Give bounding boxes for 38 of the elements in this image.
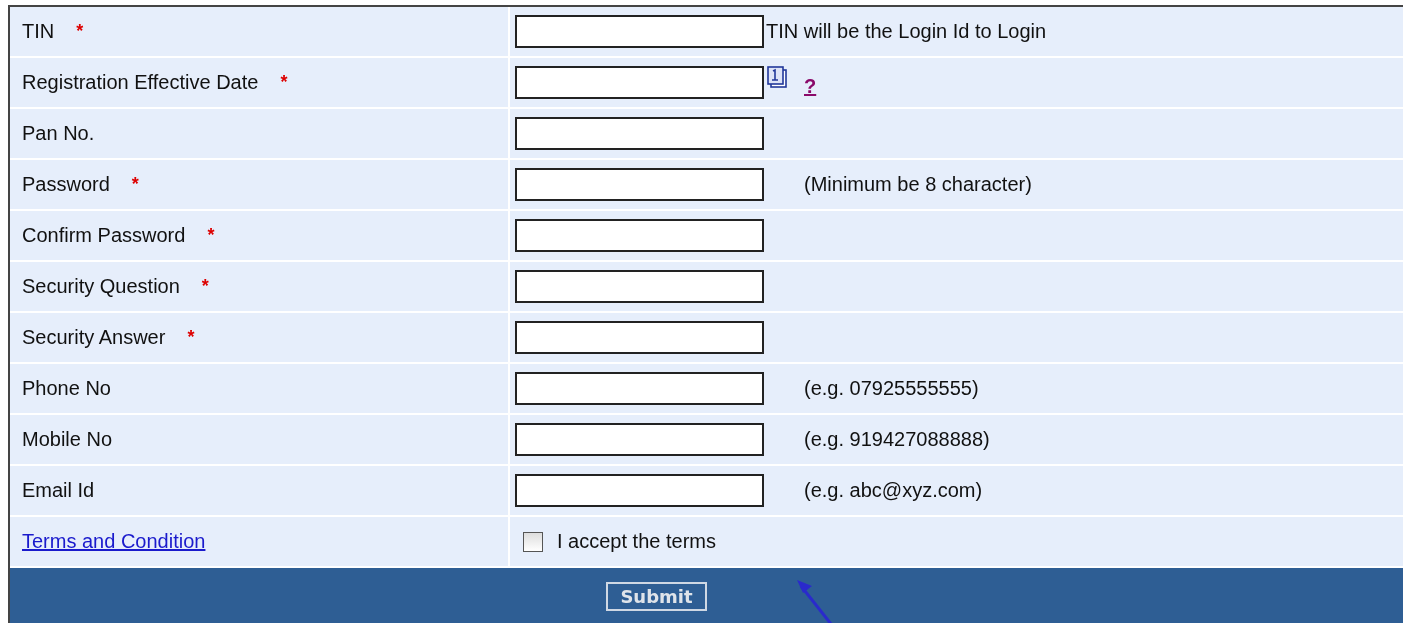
hint-text: (Minimum be 8 character) <box>804 173 1032 196</box>
text-input[interactable] <box>515 372 764 405</box>
hint-text: (e.g. 919427088888) <box>804 428 990 451</box>
text-input[interactable] <box>515 219 764 252</box>
field-label: Pan No. <box>22 122 95 145</box>
hint-text: (e.g. 07925555555) <box>804 377 979 400</box>
field-label: Password <box>22 173 110 196</box>
required-mark: * <box>187 327 195 348</box>
text-input[interactable] <box>515 66 764 99</box>
required-mark: * <box>207 225 215 246</box>
calendar-icon[interactable] <box>766 64 788 89</box>
field-label: Phone No <box>22 377 111 400</box>
text-input[interactable] <box>515 423 764 456</box>
field-label: Security Question <box>22 275 180 298</box>
text-input[interactable] <box>515 117 764 150</box>
required-mark: * <box>280 72 288 93</box>
text-input[interactable] <box>515 270 764 303</box>
hint-text: TIN will be the Login Id to Login <box>766 20 1047 43</box>
submit-button[interactable]: Submit <box>606 582 707 611</box>
accept-checkbox[interactable] <box>523 531 543 552</box>
field-label: Mobile No <box>22 428 113 451</box>
text-input[interactable] <box>515 474 764 507</box>
text-input[interactable] <box>515 168 764 201</box>
field-label: TIN <box>22 20 55 43</box>
text-input[interactable] <box>515 15 764 48</box>
required-mark: * <box>131 174 139 195</box>
arrow-icon <box>795 578 835 623</box>
help-link[interactable]: ? <box>804 75 817 98</box>
field-label: Confirm Password <box>22 224 186 247</box>
text-input[interactable] <box>515 321 764 354</box>
terms-link[interactable]: Terms and Condition <box>22 530 206 553</box>
required-mark: * <box>76 21 84 42</box>
required-mark: * <box>201 276 209 297</box>
field-label: Email Id <box>22 479 95 502</box>
checkbox-label: I accept the terms <box>557 530 716 553</box>
hint-text: (e.g. abc@xyz.com) <box>804 479 983 502</box>
field-label: Registration Effective Date <box>22 71 259 94</box>
field-label: Security Answer <box>22 326 166 349</box>
